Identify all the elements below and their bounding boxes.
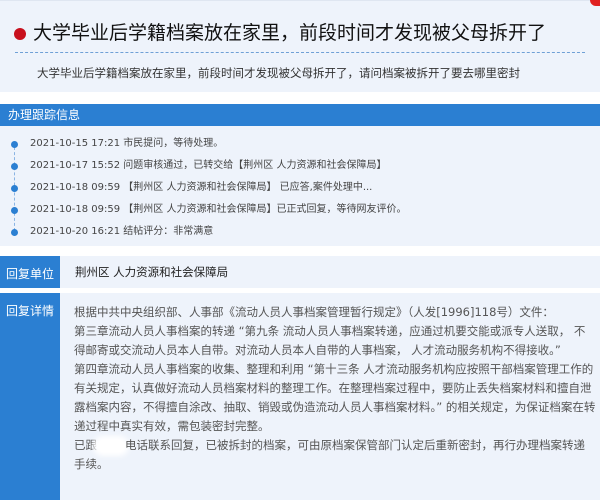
question-description: 大学毕业后学籍档案放在家里，前段时间才发现被父母拆开了，请问档案被拆开了要去哪里… <box>37 66 520 80</box>
question-title: 大学毕业后学籍档案放在家里，前段时间才发现被父母拆开了 <box>33 22 547 44</box>
timeline-item: 2021-10-20 16:21 结帖评分：非常满意 <box>0 222 600 242</box>
reply-unit-label: 回复单位 <box>0 256 60 288</box>
question-header: 大学毕业后学籍档案放在家里，前段时间才发现被父母拆开了 大学毕业后学籍档案放在家… <box>0 0 600 92</box>
timeline-dot <box>11 141 18 148</box>
reply-last-suffix: 电话联系回复，已被拆封的档案，可由原档案保管部门认定后重新密封，再行办理档案转递… <box>74 438 585 471</box>
reply-detail-text: 根据中共中央组织部、人事部《流动人员人事档案管理暂行规定》（人发[1996]11… <box>74 303 596 474</box>
reply-paragraph-last: 已跟 电话联系回复，已被拆封的档案，可由原档案保管部门认定后重新密封，再行办理档案… <box>74 436 596 474</box>
timeline-item-text: 2021-10-20 16:21 结帖评分：非常满意 <box>30 226 214 237</box>
reply-paragraph: 根据中共中央组织部、人事部《流动人员人事档案管理暂行规定》（人发[1996]11… <box>74 305 554 319</box>
redacted-name <box>97 439 125 452</box>
reply-detail-row: 根据中共中央组织部、人事部《流动人员人事档案管理暂行规定》（人发[1996]11… <box>60 293 600 500</box>
tracking-header: 办理跟踪信息 <box>0 104 600 126</box>
reply-detail-label: 回复详情 <box>0 293 60 500</box>
timeline-item-text: 2021-10-18 09:59 【荆州区 人力资源和社会保障局】已正式回复，等… <box>30 204 407 215</box>
timeline-item-text: 2021-10-15 17:21 市民提问，等待处理。 <box>30 138 224 149</box>
timeline-dot <box>11 185 18 192</box>
reply-last-prefix: 已跟 <box>74 438 97 452</box>
timeline-dot <box>11 229 18 236</box>
reply-unit-row: 荆州区 人力资源和社会保障局 <box>60 256 600 288</box>
timeline-item: 2021-10-18 09:59 【荆州区 人力资源和社会保障局】已正式回复，等… <box>0 200 600 220</box>
title-divider <box>15 52 585 53</box>
timeline-item: 2021-10-18 09:59 【荆州区 人力资源和社会保障局】 已应答,案件… <box>0 178 600 198</box>
title-bullet <box>14 28 26 40</box>
timeline-dot <box>11 163 18 170</box>
timeline-item-text: 2021-10-17 15:52 问题审核通过，已转交给【荆州区 人力资源和社会… <box>30 160 387 171</box>
timeline-dot <box>11 207 18 214</box>
reply-paragraph: 第三章流动人员人事档案的转递 “第九条 流动人员人事档案转递，应通过机要交能或派… <box>74 324 586 357</box>
timeline-item-text: 2021-10-18 09:59 【荆州区 人力资源和社会保障局】 已应答,案件… <box>30 182 373 193</box>
timeline-item: 2021-10-17 15:52 问题审核通过，已转交给【荆州区 人力资源和社会… <box>0 156 600 176</box>
reply-paragraph: 第四章流动人员人事档案的收集、整理和利用 “第十三条 人才流动服务机构应按照干部… <box>74 362 596 433</box>
reply-unit-value: 荆州区 人力资源和社会保障局 <box>75 265 229 279</box>
tracking-timeline: 2021-10-15 17:21 市民提问，等待处理。 2021-10-17 1… <box>0 126 600 246</box>
timeline-item: 2021-10-15 17:21 市民提问，等待处理。 <box>0 134 600 154</box>
